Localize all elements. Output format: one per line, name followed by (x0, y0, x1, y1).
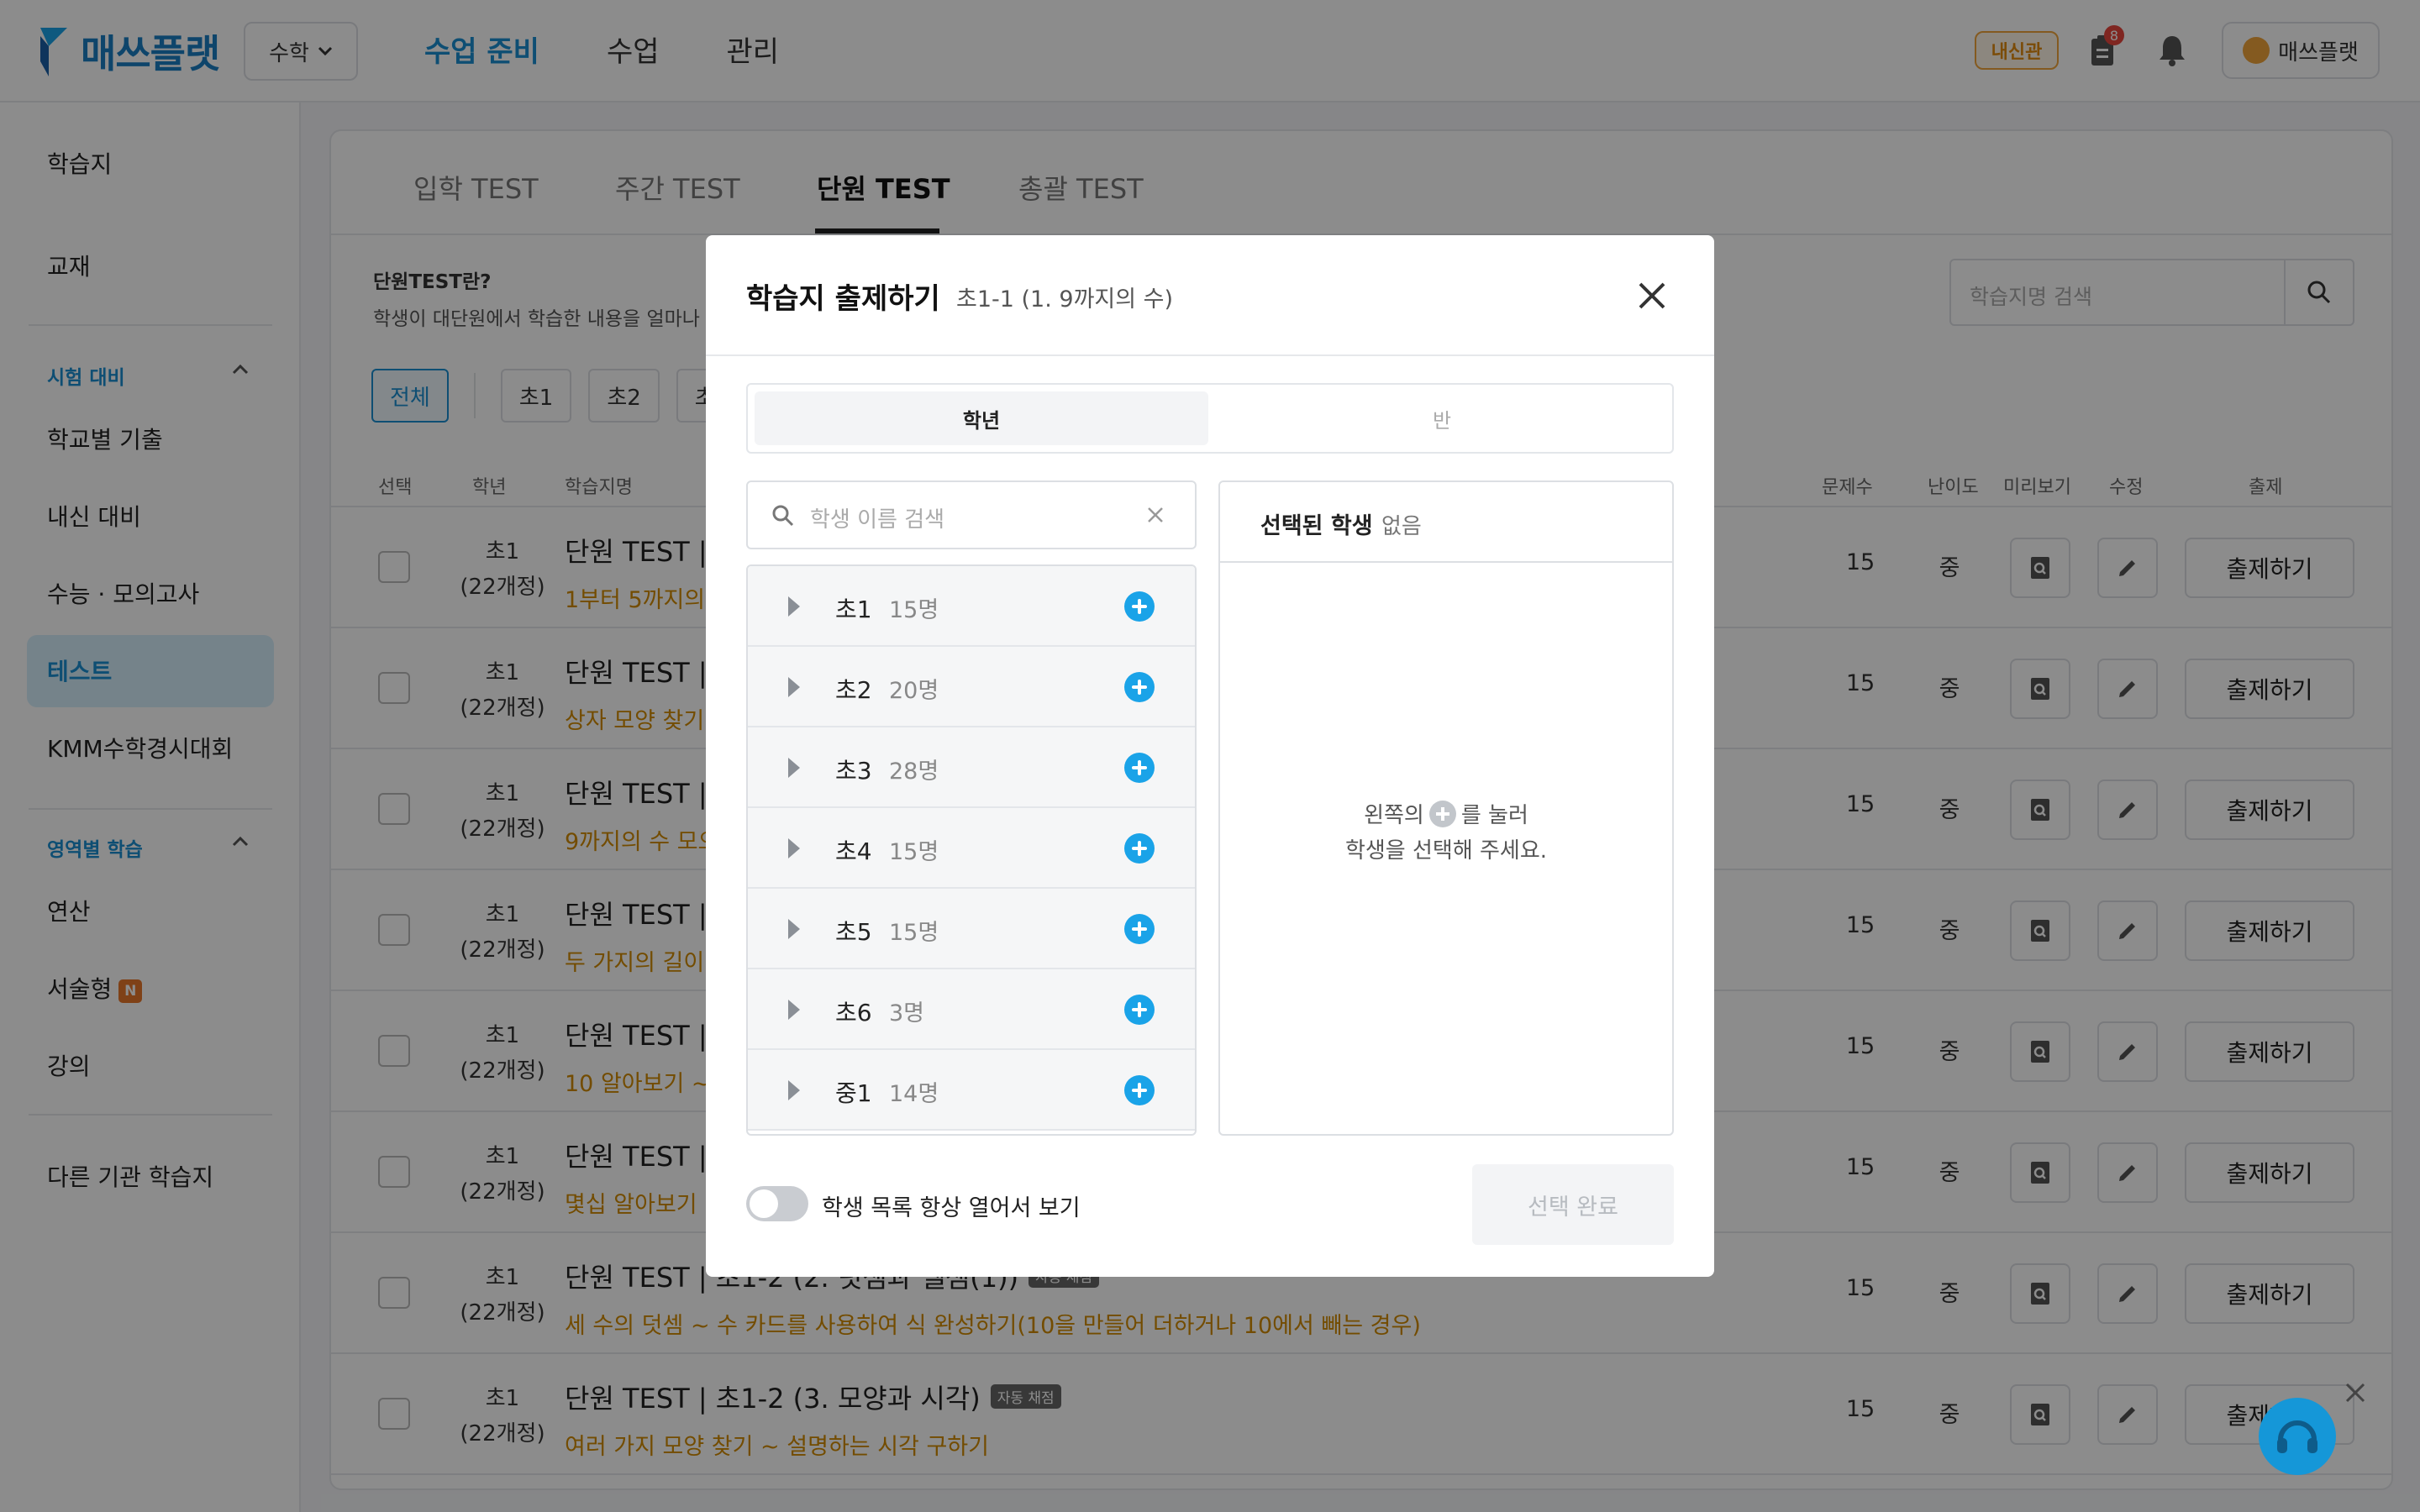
confirm-selection-button[interactable]: 선택 완료 (1472, 1164, 1674, 1245)
selection-hint: 왼쪽의 를 눌러 학생을 선택해 주세요. (1220, 798, 1672, 869)
selected-students-header: 선택된 학생 없음 (1220, 482, 1672, 563)
list-item[interactable]: 중1 14명 (748, 1050, 1195, 1131)
list-item[interactable]: 초2 20명 (748, 647, 1195, 727)
headset-icon (2277, 1420, 2317, 1453)
add-circle-icon[interactable] (1124, 1075, 1155, 1105)
search-icon (772, 505, 794, 527)
grade-name: 초3 (835, 757, 872, 785)
seg-grade-button[interactable]: 학년 (755, 391, 1208, 445)
list-item[interactable]: 초1 15명 (748, 566, 1195, 647)
grade-count: 28명 (889, 759, 939, 785)
grade-name: 초2 (835, 676, 872, 704)
grade-name: 중1 (835, 1079, 872, 1107)
close-icon[interactable] (2344, 1378, 2366, 1411)
grade-name: 초5 (835, 918, 872, 946)
student-search-placeholder: 학생 이름 검색 (810, 507, 945, 533)
student-search-input[interactable]: 학생 이름 검색 (746, 480, 1197, 549)
expand-triangle-icon[interactable] (788, 1080, 800, 1100)
list-item[interactable]: 초6 3명 (748, 969, 1195, 1050)
grade-name: 초1 (835, 596, 872, 623)
close-icon[interactable] (1635, 279, 1669, 312)
toggle-knob (750, 1189, 778, 1218)
add-circle-icon[interactable] (1124, 672, 1155, 702)
grade-class-toggle: 학년 반 (746, 383, 1674, 454)
add-circle-icon[interactable] (1124, 995, 1155, 1025)
support-chat-button[interactable] (2259, 1398, 2336, 1475)
grade-list: 초1 15명 초2 20명 초3 28명 초4 15명 초5 15명 초6 3명… (746, 564, 1197, 1136)
grade-name: 초6 (835, 999, 872, 1026)
add-circle-icon[interactable] (1124, 753, 1155, 783)
add-circle-icon[interactable] (1124, 591, 1155, 622)
add-circle-icon[interactable] (1124, 914, 1155, 944)
grade-count: 15명 (889, 920, 939, 946)
toggle-label: 학생 목록 항상 열어서 보기 (822, 1195, 1081, 1221)
grade-count: 3명 (889, 1000, 925, 1026)
expand-triangle-icon[interactable] (788, 919, 800, 939)
seg-class-button[interactable]: 반 (1215, 391, 1669, 445)
list-item[interactable]: 초4 15명 (748, 808, 1195, 889)
expand-triangle-icon[interactable] (788, 1000, 800, 1020)
expand-triangle-icon[interactable] (788, 596, 800, 617)
clear-icon[interactable] (1146, 502, 1165, 530)
plus-circle-icon (1428, 801, 1456, 827)
list-item[interactable]: 초5 15명 (748, 889, 1195, 969)
selected-students-panel: 선택된 학생 없음 왼쪽의 를 눌러 학생을 선택해 주세요. (1218, 480, 1674, 1136)
expand-triangle-icon[interactable] (788, 677, 800, 697)
selected-students-title: 선택된 학생 (1260, 513, 1373, 539)
expand-triangle-icon[interactable] (788, 758, 800, 778)
modal-title: 학습지 출제하기 (746, 282, 940, 316)
modal-subtitle: 초1-1 (1. 9까지의 수) (956, 286, 1174, 312)
expand-triangle-icon[interactable] (788, 838, 800, 858)
grade-count: 20명 (889, 678, 939, 704)
add-circle-icon[interactable] (1124, 833, 1155, 864)
grade-count: 14명 (889, 1081, 939, 1107)
modal-header: 학습지 출제하기 초1-1 (1. 9까지의 수) (706, 235, 1714, 356)
assign-worksheet-modal: 학습지 출제하기 초1-1 (1. 9까지의 수) 학년 반 학생 이름 검색 … (706, 235, 1714, 1277)
grade-name: 초4 (835, 837, 872, 865)
always-open-toggle[interactable] (746, 1186, 808, 1221)
grade-count: 15명 (889, 839, 939, 865)
list-item[interactable]: 초3 28명 (748, 727, 1195, 808)
grade-count: 15명 (889, 597, 939, 623)
selected-students-empty: 없음 (1381, 514, 1422, 539)
